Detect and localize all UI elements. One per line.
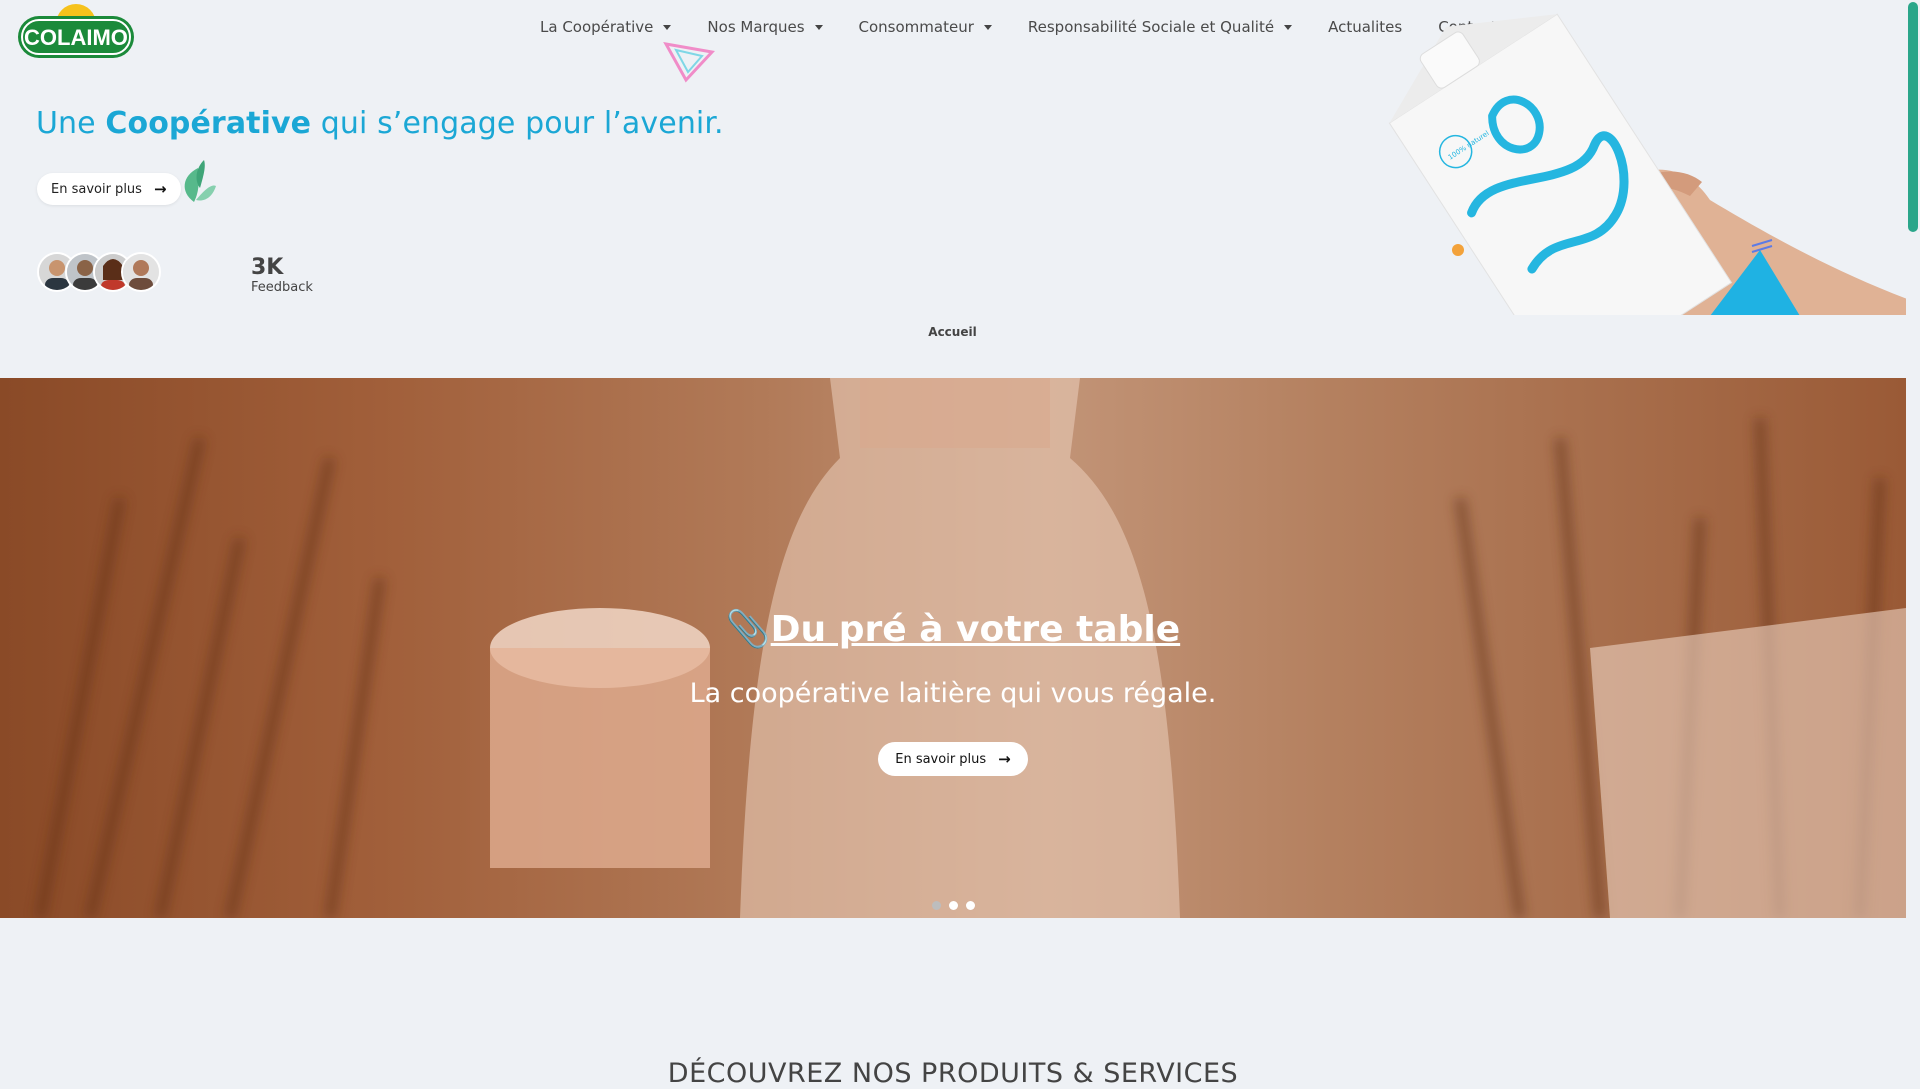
breadcrumb[interactable]: Accueil [910,325,995,339]
triangle-decoration [663,41,715,83]
hero-title: Une Coopérative qui s’engage pour l’aven… [36,106,724,141]
paperclip-icon: 📎 [725,609,771,650]
slider-dot[interactable] [949,901,958,910]
nav-consommateur[interactable]: Consommateur [859,18,992,36]
slide-title-text: Du pré à votre table [770,609,1181,650]
nav-la-cooperative[interactable]: La Coopérative [540,18,672,36]
button-label: En savoir plus [51,181,142,197]
nav-label: La Coopérative [540,18,654,36]
button-label: En savoir plus [895,751,987,767]
logo-wordmark: COLAIMO [24,25,128,50]
scrollbar-thumb[interactable] [1908,2,1918,232]
feedback-count: 3K [251,255,284,280]
arrow-right-icon: → [153,180,167,198]
caret-down-icon [663,24,672,30]
nav-label: Nos Marques [707,18,805,36]
leaf-icon [184,160,216,202]
nav-label: Responsabilité Sociale et Qualité [1027,18,1275,36]
page-scrollbar[interactable] [1906,0,1920,1080]
slider-pagination [932,901,975,910]
nav-nos-marques[interactable]: Nos Marques [707,18,823,36]
hero-title-bold: Coopérative [105,106,312,141]
section-title: DÉCOUVREZ NOS PRODUITS & SERVICES [667,1058,1239,1089]
slider-dot[interactable] [966,901,975,910]
arrow-right-icon: → [998,750,1011,768]
feedback-avatars [37,252,161,292]
caret-down-icon [983,24,992,30]
nav-label: Consommateur [858,18,974,36]
avatar [121,252,161,292]
slider-dot[interactable] [932,901,941,910]
nav-responsabilite[interactable]: Responsabilité Sociale et Qualité [1027,18,1293,36]
feedback-label: Feedback [251,280,313,295]
hero-learn-more-button[interactable]: En savoir plus → [37,173,181,205]
slide-title-link[interactable]: 📎Du pré à votre table [0,608,1906,650]
hero-title-pre: Une [36,106,106,141]
slide-subtitle: La coopérative laitière qui vous régale. [689,678,1217,709]
milk-carton-illustration: 100% naturel [1290,0,1910,315]
caret-down-icon [814,24,823,30]
hero-slider: 📎Du pré à votre table La coopérative lai… [0,378,1906,918]
slide-learn-more-button[interactable]: En savoir plus → [878,742,1028,776]
hero-title-post: qui s’engage pour l’avenir. [311,106,724,141]
colaimo-logo[interactable]: COLAIMO [16,2,136,62]
